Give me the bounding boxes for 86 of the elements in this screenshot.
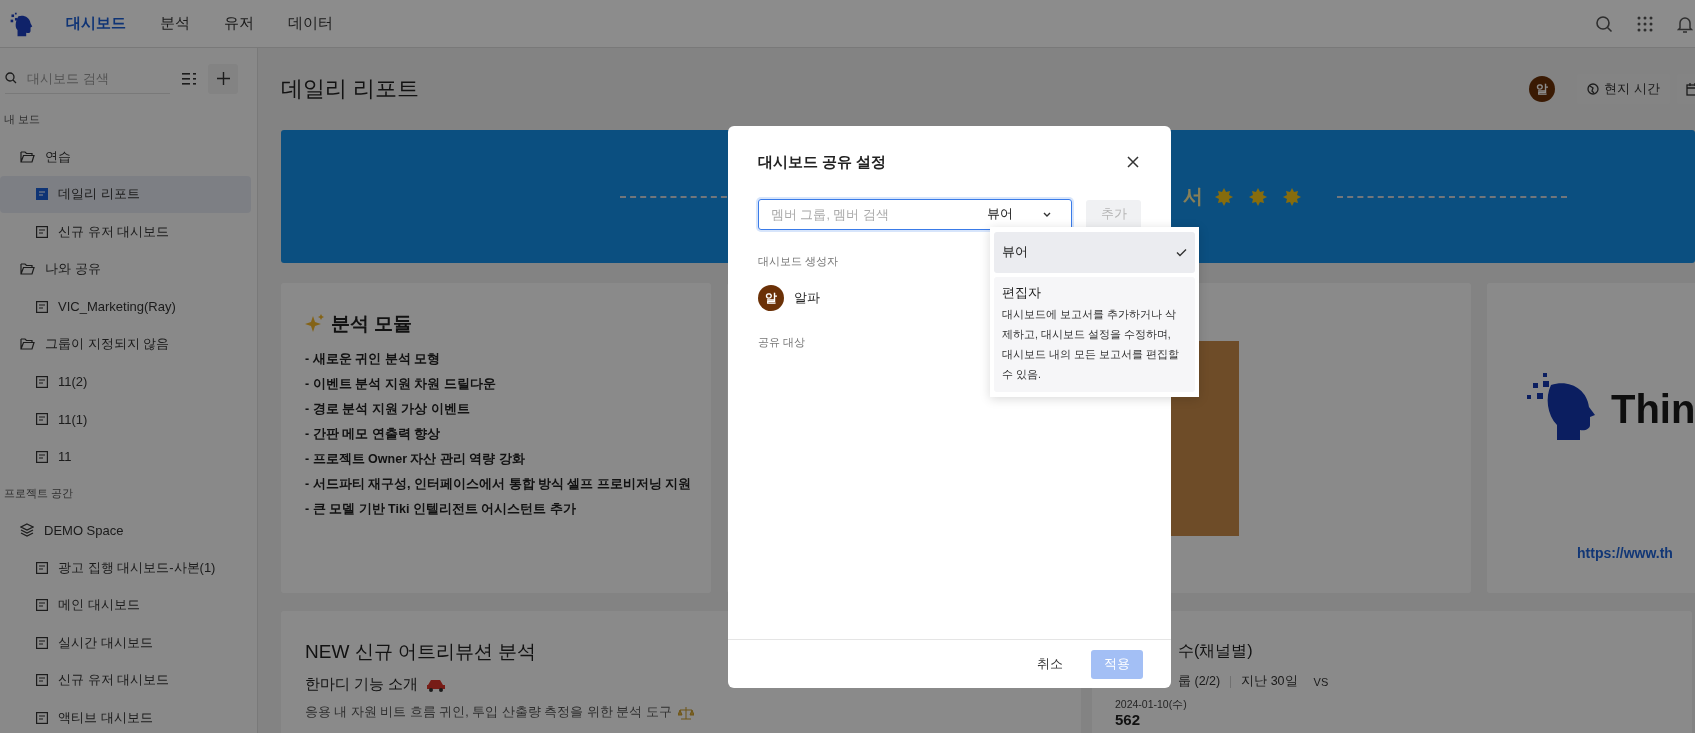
card-title: NEW 신규 어트리뷰션 분석 [305,641,538,663]
document-icon [36,599,48,612]
car-icon [426,677,447,692]
document-icon [36,188,48,201]
globe-icon [1587,83,1600,95]
sun-icon [1214,186,1234,207]
logo-text: Thin [1611,386,1695,432]
section-label: 대시보드 생성자 [758,254,839,269]
chevron-down-icon[interactable] [1043,211,1051,218]
document-icon [36,225,48,238]
document-icon [36,674,48,687]
list-view-icon[interactable] [182,72,196,85]
apps-grid-icon[interactable] [1637,15,1653,32]
sparkle-icon [305,314,325,334]
bell-icon[interactable] [1677,14,1693,33]
nav-tab[interactable]: 유저 [210,0,268,47]
feature-item: - 경로 분석 지원 가상 이벤트 [305,401,471,418]
head-logo-icon[interactable] [8,10,34,37]
sidebar-item[interactable]: 11 [0,438,251,476]
role-option[interactable]: 뷰어 [994,232,1195,273]
document-icon [36,636,48,649]
sidebar-item[interactable]: 액티브 대시보드 [0,699,251,733]
scale-icon [677,705,694,720]
folder-icon [20,263,35,276]
role-option[interactable]: 편집자 대시보드에 보고서를 추가하거나 삭제하고, 대시보드 설정을 수정하며, 대시보드 내의 모든 보고서를 편집할 수 있음. [994,277,1195,392]
banner-title: 서 [1183,184,1203,209]
sidebar-item[interactable]: 신규 유저 대시보드 [0,661,251,699]
folder-icon [20,150,35,163]
sidebar-item[interactable]: 11(2) [0,363,251,401]
section-heading: 내 보드 [3,112,42,127]
layers-icon [20,523,34,538]
date-range[interactable]: 지난 30일 [1241,673,1298,690]
sidebar-group[interactable]: 나와 공유 [0,250,251,288]
sidebar-item[interactable]: 실시간 대시보드 [0,624,251,662]
sun-icon [1282,186,1302,207]
role-select[interactable]: 뷰어 [987,206,1033,223]
document-icon [36,450,48,463]
group-filter[interactable]: 룹 (2/2) [1178,673,1221,690]
page-title: 데일리 리포트 [281,75,420,103]
folder-icon [20,338,35,351]
section-label: 공유 대상 [758,335,806,350]
user-avatar[interactable]: 알 [1529,76,1556,102]
sidebar-group[interactable]: 연습 [0,138,251,176]
nav-tab[interactable]: 대시보드 [52,0,140,47]
feature-item: - 이벤트 분석 지원 차원 드릴다운 [305,376,497,393]
metric-value: 562 [1115,711,1142,729]
search-icon[interactable] [1595,14,1613,33]
calendar-icon [1685,82,1695,96]
sun-icon [1248,186,1268,207]
document-icon [36,561,48,574]
sidebar-group[interactable]: 그룹이 지정되지 않음 [0,325,251,363]
compare-toggle[interactable]: VS [1313,675,1329,688]
nav-tab[interactable]: 분석 [146,0,204,47]
dialog-title: 대시보드 공유 설정 [758,152,887,172]
plus-icon [216,72,230,85]
document-icon [36,711,48,724]
feature-item: - 프로젝트 Owner 자산 관리 역량 강화 [305,451,526,468]
feature-item: - 새로운 귀인 분석 모형 [305,351,442,368]
sidebar-item[interactable]: 메인 대시보드 [0,586,251,624]
sidebar-group[interactable]: DEMO Space [0,511,251,549]
card-title: 수(채널별) [1178,641,1254,661]
cancel-button[interactable]: 취소 [1031,650,1069,678]
sidebar-item[interactable]: 광고 집행 대시보드-사본(1) [0,549,251,587]
sidebar-item[interactable]: 11(1) [0,400,251,438]
feature-item: - 간판 메모 연출력 향상 [305,426,442,443]
date-label: 2024-01-10(수) [1115,698,1188,711]
document-icon [36,300,48,313]
card-description: 응용 내 자원 비트 흐름 귀인, 투입 산출량 측정을 위한 분석 도구 [305,704,672,721]
search-icon [5,72,17,84]
feature-item: - 큰 모델 기반 Tiki 인텔리전트 어시스턴트 추가 [305,501,577,518]
document-icon [36,413,48,426]
member-search-field[interactable]: 멤버 그룹, 멤버 검색 뷰어 [758,199,1072,230]
sidebar-item[interactable]: VIC_Marketing(Ray) [0,288,251,326]
card-subtitle: 한마디 기능 소개 [305,675,419,694]
close-icon [1127,156,1139,168]
section-heading: 프로젝트 공간 [3,485,75,501]
sidebar-item[interactable]: 데일리 리포트 [0,175,251,213]
user-avatar: 알 [758,285,784,311]
check-icon [1176,248,1187,257]
sidebar-item[interactable]: 신규 유저 대시보드 [0,213,251,251]
nav-tab[interactable]: 데이터 [274,0,347,47]
website-link[interactable]: https://www.th [1577,545,1695,561]
creator-name: 알파 [794,289,820,307]
add-button[interactable] [208,63,238,94]
document-icon [36,375,48,388]
card-title: 분석 모듈 [331,312,413,336]
